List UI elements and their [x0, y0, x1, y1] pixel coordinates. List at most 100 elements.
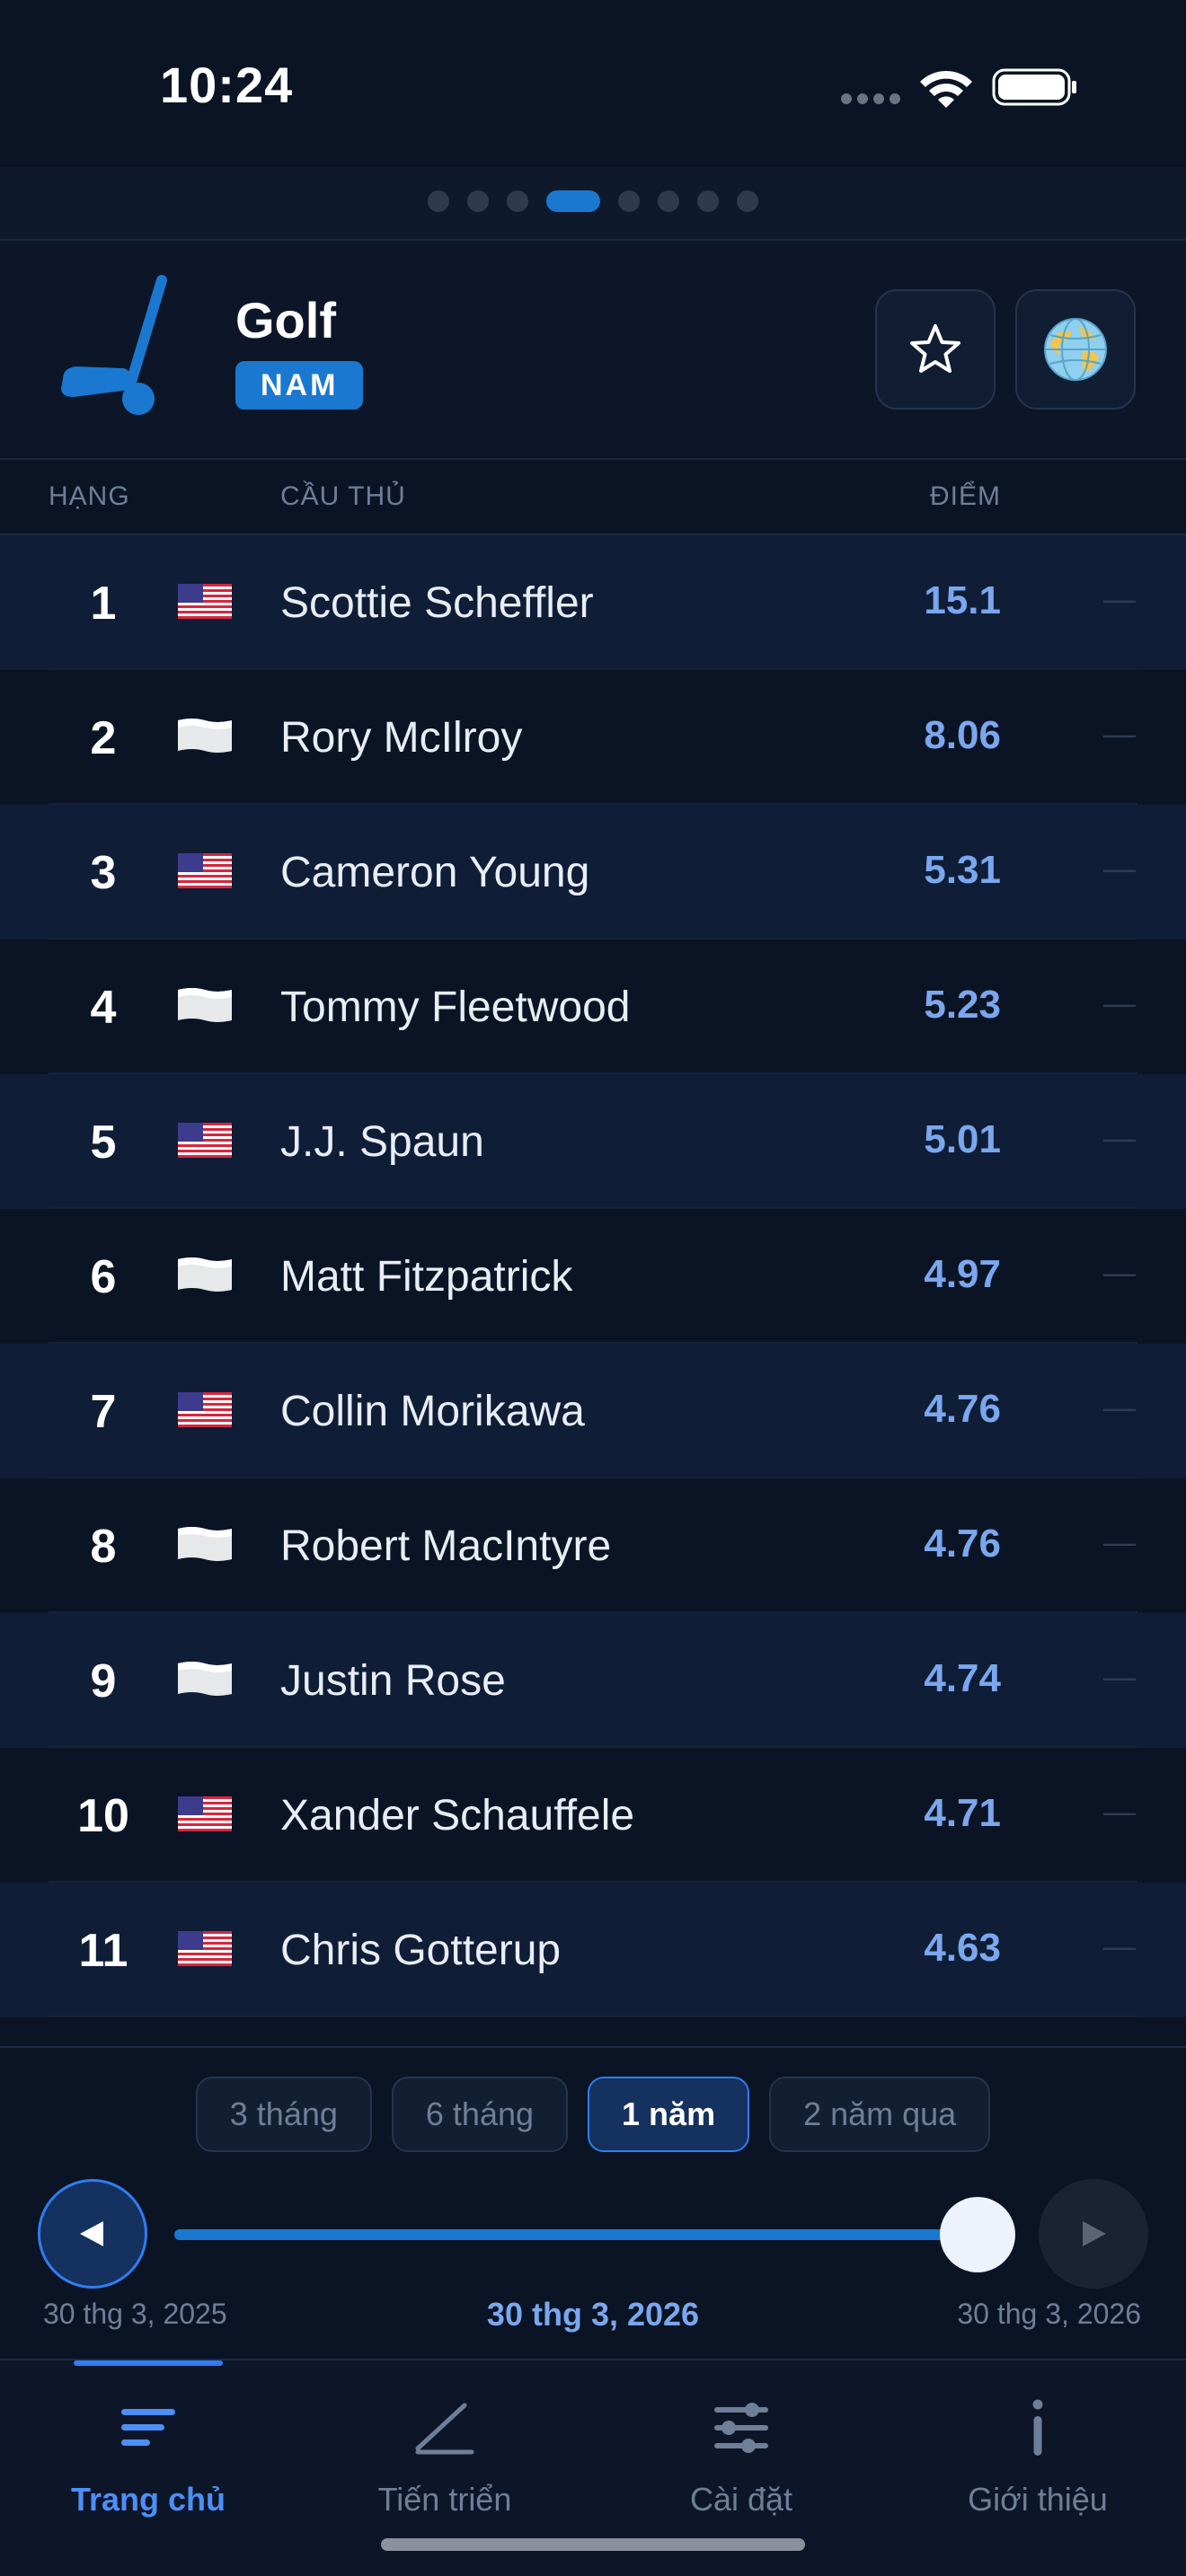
- rank-change: —: [1103, 1928, 1136, 1964]
- page-dot[interactable]: [467, 190, 489, 212]
- player-name: Cameron Young: [280, 849, 590, 896]
- player-points: 4.97: [924, 1252, 1001, 1296]
- ranking-row[interactable]: 7 Collin Morikawa 4.76 —: [0, 1344, 1186, 1478]
- rank-change: —: [1103, 1658, 1136, 1695]
- rankings-list: 1 Scottie Scheffler 15.1 — 2 Rory McIlro…: [0, 535, 1186, 2017]
- flag-icon: [178, 584, 232, 619]
- page-dot[interactable]: [658, 190, 679, 212]
- page-dot[interactable]: [546, 190, 600, 212]
- globe-button[interactable]: [1015, 289, 1136, 410]
- ranking-row[interactable]: 5 J.J. Spaun 5.01 —: [0, 1074, 1186, 1209]
- range-tab[interactable]: 2 năm qua: [769, 2077, 991, 2152]
- tab-about[interactable]: Giới thiệu: [890, 2396, 1186, 2519]
- ranking-row[interactable]: 3 Cameron Young 5.31 —: [0, 805, 1186, 940]
- flag-icon: [178, 1123, 232, 1158]
- rank-change: —: [1103, 1119, 1136, 1156]
- date-slider-track[interactable]: [174, 2229, 978, 2240]
- rank-change: —: [1103, 715, 1136, 752]
- flag-icon: [178, 719, 232, 753]
- range-tab[interactable]: 3 tháng: [195, 2077, 372, 2152]
- page-dot[interactable]: [737, 190, 758, 212]
- ranking-row[interactable]: 9 Justin Rose 4.74 —: [0, 1613, 1186, 1748]
- page-dot[interactable]: [428, 190, 449, 212]
- sliders-icon: [714, 2403, 768, 2453]
- player-name: Rory McIlroy: [280, 714, 523, 762]
- golf-club-icon: [61, 275, 167, 415]
- next-button[interactable]: [1039, 2179, 1148, 2289]
- page-dots[interactable]: [0, 190, 1186, 212]
- home-lines-icon: [121, 2409, 175, 2446]
- player-name: Justin Rose: [280, 1657, 506, 1705]
- tab-home[interactable]: Trang chủ: [0, 2396, 296, 2519]
- time-range-panel: 3 tháng 6 tháng 1 năm 2 năm qua 30 thg 3, 2…: [0, 2046, 1186, 2359]
- cellular-signal-icon: [841, 93, 900, 104]
- favorite-button[interactable]: [875, 289, 996, 410]
- player-name: Chris Gotterup: [280, 1927, 562, 1974]
- player-name: Scottie Scheffler: [280, 579, 594, 627]
- flag-icon: [178, 1257, 232, 1292]
- flag-icon: [178, 1931, 232, 1966]
- wifi-icon: [920, 70, 972, 108]
- star-icon: [910, 324, 960, 373]
- globe-icon: [1044, 318, 1107, 381]
- player-name: Tommy Fleetwood: [280, 984, 631, 1031]
- column-player: CẦU THỦ: [280, 481, 406, 511]
- page-indicator-strip: [0, 167, 1186, 239]
- player-points: 15.1: [924, 578, 1001, 622]
- player-points: 5.31: [924, 848, 1001, 892]
- range-tabs: 3 tháng 6 tháng 1 năm 2 năm qua: [0, 2077, 1186, 2152]
- home-indicator: [381, 2538, 805, 2551]
- player-name: Robert MacIntyre: [280, 1522, 612, 1570]
- ranking-row[interactable]: 1 Scottie Scheffler 15.1 —: [0, 535, 1186, 670]
- ranking-row[interactable]: 2 Rory McIlroy 8.06 —: [0, 670, 1186, 805]
- rank-change: —: [1103, 1254, 1136, 1291]
- flag-icon: [178, 853, 232, 888]
- date-slider-thumb[interactable]: [940, 2197, 1015, 2272]
- player-points: 5.23: [924, 983, 1001, 1027]
- info-icon: [1032, 2399, 1043, 2456]
- previous-button[interactable]: [38, 2179, 147, 2289]
- date-end-label: 30 thg 3, 2026: [957, 2298, 1141, 2330]
- flag-icon: [178, 1527, 232, 1561]
- range-tab[interactable]: 6 tháng: [391, 2077, 569, 2152]
- player-points: 4.74: [924, 1656, 1001, 1700]
- flag-icon: [178, 988, 232, 1022]
- rank-change: —: [1103, 1793, 1136, 1830]
- ranking-row[interactable]: 8 Robert MacIntyre 4.76 —: [0, 1478, 1186, 1613]
- tab-progress[interactable]: Tiến triển: [296, 2396, 593, 2519]
- player-name: Collin Morikawa: [280, 1388, 585, 1435]
- flag-icon: [178, 1392, 232, 1427]
- rank-change: —: [1103, 1523, 1136, 1560]
- rank-change: —: [1103, 850, 1136, 887]
- player-points: 5.01: [924, 1117, 1001, 1161]
- player-points: 4.71: [924, 1791, 1001, 1835]
- ranking-row[interactable]: 11 Chris Gotterup 4.63 —: [0, 1883, 1186, 2017]
- rank-change: —: [1103, 1389, 1136, 1425]
- column-points: ĐIỂM: [930, 481, 1001, 511]
- ranking-row[interactable]: 4 Tommy Fleetwood 5.23 —: [0, 940, 1186, 1074]
- column-rank: HẠNG: [49, 481, 130, 511]
- player-points: 4.76: [924, 1522, 1001, 1566]
- rank-change: —: [1103, 984, 1136, 1021]
- player-name: Xander Schauffele: [280, 1792, 635, 1839]
- status-time: 10:24: [160, 57, 294, 113]
- sport-header: Golf NAM: [0, 239, 1186, 460]
- page-dot[interactable]: [618, 190, 640, 212]
- table-header: HẠNG CẦU THỦ ĐIỂM: [0, 460, 1186, 535]
- status-bar: 10:24: [0, 0, 1186, 167]
- page-dot[interactable]: [507, 190, 528, 212]
- play-right-icon: [1083, 2221, 1106, 2246]
- rank-change: —: [1103, 580, 1136, 617]
- range-tab[interactable]: 1 năm: [588, 2077, 750, 2152]
- sport-title: Golf: [235, 292, 336, 348]
- ranking-row[interactable]: 10 Xander Schauffele 4.71 —: [0, 1748, 1186, 1883]
- player-name: Matt Fitzpatrick: [280, 1253, 573, 1301]
- tab-settings[interactable]: Cài đặt: [593, 2396, 890, 2519]
- page-dot[interactable]: [697, 190, 719, 212]
- ranking-row[interactable]: 6 Matt Fitzpatrick 4.97 —: [0, 1209, 1186, 1344]
- active-tab-indicator: [74, 2360, 223, 2366]
- gender-badge[interactable]: NAM: [235, 361, 364, 410]
- player-points: 4.76: [924, 1387, 1001, 1431]
- battery-icon: [992, 68, 1076, 106]
- flag-icon: [178, 1662, 232, 1696]
